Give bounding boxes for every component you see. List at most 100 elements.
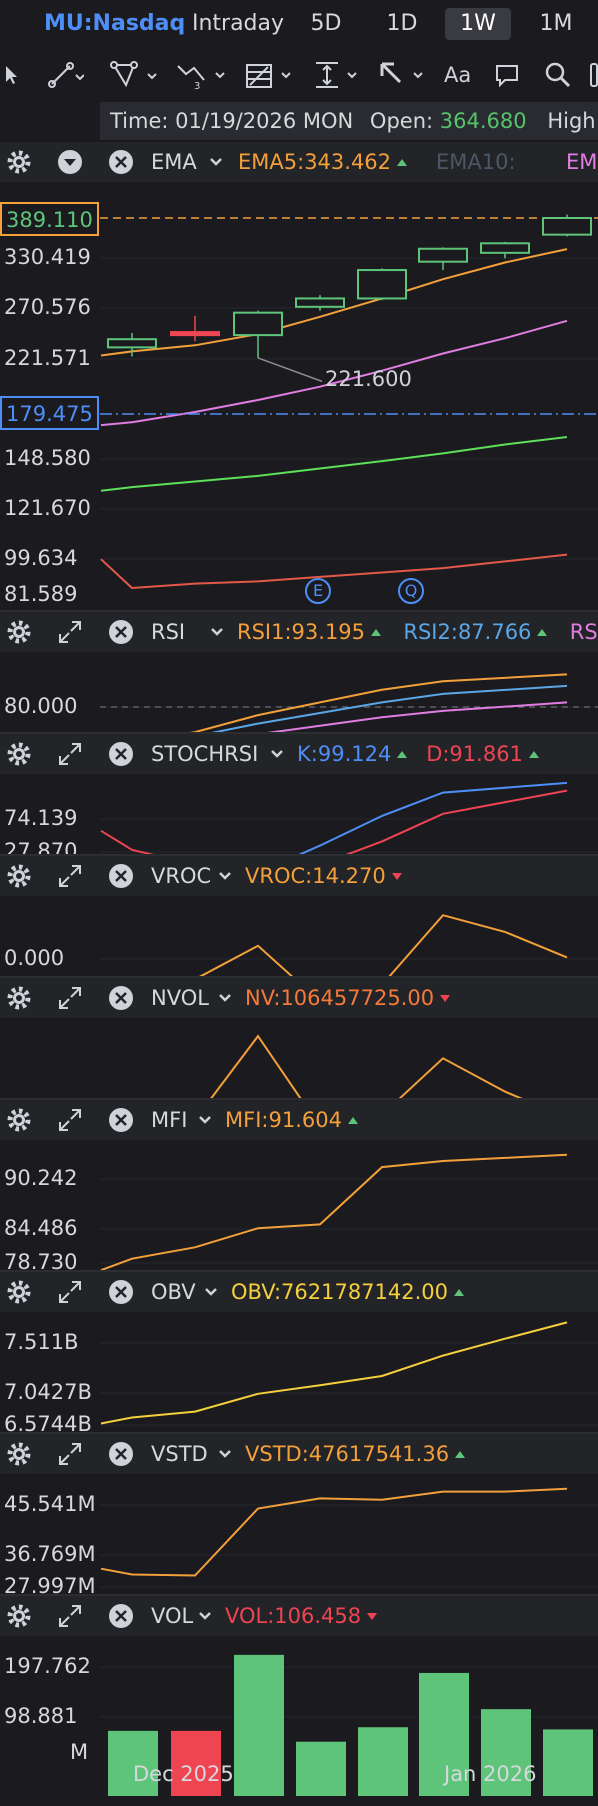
mfi-value: MFI:91.604 [225,1108,358,1132]
chevron-down-icon[interactable] [217,1446,233,1462]
more-tools-icon[interactable] [590,58,598,92]
trend-down-icon [367,1613,378,1620]
chevron-down-icon[interactable] [208,154,224,170]
close-icon[interactable] [108,1107,134,1133]
obv-indicator-name[interactable]: OBV [151,1280,196,1304]
close-icon[interactable] [108,149,134,175]
mfi-chart[interactable] [0,1140,598,1282]
volume-bar [234,1654,284,1796]
tab-intraday[interactable]: Intraday [188,8,288,40]
vroc-indicator-name[interactable]: VROC [151,864,211,888]
chevron-down-icon[interactable] [217,868,233,884]
channel-tool-icon[interactable] [110,58,158,92]
expand-icon[interactable] [56,740,84,768]
obv-value: OBV:7621787142.00 [231,1280,465,1304]
expand-icon[interactable] [56,984,84,1012]
chevron-down-icon[interactable] [217,990,233,1006]
measure-tool-icon[interactable] [312,58,360,92]
settings-gear-icon[interactable] [6,863,32,889]
settings-gear-icon[interactable] [6,1107,32,1133]
tab-1w[interactable]: 1W [445,8,511,40]
tab-1m[interactable]: 1M [534,8,578,40]
candle-body [480,242,530,254]
chevron-down-icon[interactable] [209,624,225,640]
ema-y-tick: 99.634 [4,546,78,570]
expand-icon[interactable] [56,1278,84,1306]
text-tool-icon[interactable]: Aa [444,58,471,92]
mfi-line [100,1153,568,1272]
candle-body [233,311,283,337]
rsi-indicator-name[interactable]: RSI [151,620,185,644]
arrow-tool-icon[interactable] [378,58,426,92]
ema60-line [100,436,568,492]
chevron-down-icon[interactable] [197,1608,213,1624]
close-icon[interactable] [108,619,134,645]
close-icon[interactable] [108,1441,134,1467]
tab-1d[interactable]: 1D [380,8,424,40]
obv-y-tick: 7.511B [4,1330,79,1354]
svg-text:3: 3 [194,81,200,90]
comment-icon[interactable] [494,58,520,92]
mfi-y-tick: 84.486 [4,1216,78,1240]
expand-icon[interactable] [56,1106,84,1134]
collapse-icon[interactable] [56,148,84,176]
crosshair-price-label: 179.475 [0,396,99,430]
nvol-indicator-name[interactable]: NVOL [151,986,209,1010]
settings-gear-icon[interactable] [6,1603,32,1629]
vstd-indicator-name[interactable]: VSTD [151,1442,208,1466]
tab-5d[interactable]: 5D [304,8,348,40]
chevron-down-icon[interactable] [269,746,285,762]
ticker-symbol[interactable]: MU:Nasdaq [44,8,185,40]
nvol-panel-header: NVOL NV:106457725.00 [0,978,598,1018]
settings-gear-icon[interactable] [6,1441,32,1467]
vol-indicator-name[interactable]: VOL [151,1604,193,1628]
ohlc-info-bar: Time: 01/19/2026 MON Open: 364.680 High: [100,102,598,140]
rsi-value: RSI1:93.195 [237,620,382,644]
pointer-icon[interactable] [2,58,22,92]
settings-gear-icon[interactable] [6,985,32,1011]
ema120-line [100,553,568,590]
expand-icon[interactable] [56,618,84,646]
settings-gear-icon[interactable] [6,1279,32,1305]
high-label: High: [547,109,598,133]
trend-up-icon [537,629,548,636]
rsi-panel-header: RSI RSI1:93.195 RSI2:87.766 RS [0,612,598,652]
quarterly-event-marker[interactable]: Q [398,578,424,604]
trend-up-icon [454,1289,465,1296]
obv-y-tick: 7.0427B [4,1380,92,1404]
rsi-value: RSI2:87.766 [403,620,548,644]
trend-up-icon [455,1451,466,1458]
vstd-value: VSTD:47617541.36 [245,1442,466,1466]
close-icon[interactable] [108,741,134,767]
close-icon[interactable] [108,863,134,889]
expand-icon[interactable] [56,1602,84,1630]
ema-y-tick: 148.580 [4,446,91,470]
chevron-down-icon[interactable] [203,1284,219,1300]
wave-tool-icon[interactable]: 3 [176,58,226,92]
ema-indicator-name[interactable]: EMA [151,150,197,174]
ema5-value: EMA5:343.462 [238,150,408,174]
chevron-down-icon[interactable] [197,1112,213,1128]
settings-gear-icon[interactable] [6,619,32,645]
mfi-indicator-name[interactable]: MFI [151,1108,187,1132]
candle-body [418,247,468,263]
settings-gear-icon[interactable] [6,149,32,175]
close-icon[interactable] [108,1279,134,1305]
vroc-value: VROC:14.270 [245,864,402,888]
candle-body [542,217,592,236]
trend-down-icon [391,873,402,880]
line-tool-icon[interactable] [48,58,84,92]
trend-up-icon [397,751,408,758]
ema-y-tick: 221.571 [4,346,91,370]
search-icon[interactable] [544,58,572,92]
close-icon[interactable] [108,985,134,1011]
stochrsi-indicator-name[interactable]: STOCHRSI [151,742,258,766]
expand-icon[interactable] [56,1440,84,1468]
earnings-event-marker[interactable]: E [305,578,331,604]
vroc-y-tick: 0.000 [4,946,65,970]
close-icon[interactable] [108,1603,134,1629]
expand-icon[interactable] [56,862,84,890]
fib-tool-icon[interactable] [244,58,294,92]
settings-gear-icon[interactable] [6,741,32,767]
range-tab-bar: MU:Nasdaq Intraday 5D 1D 1W 1M [0,0,598,48]
